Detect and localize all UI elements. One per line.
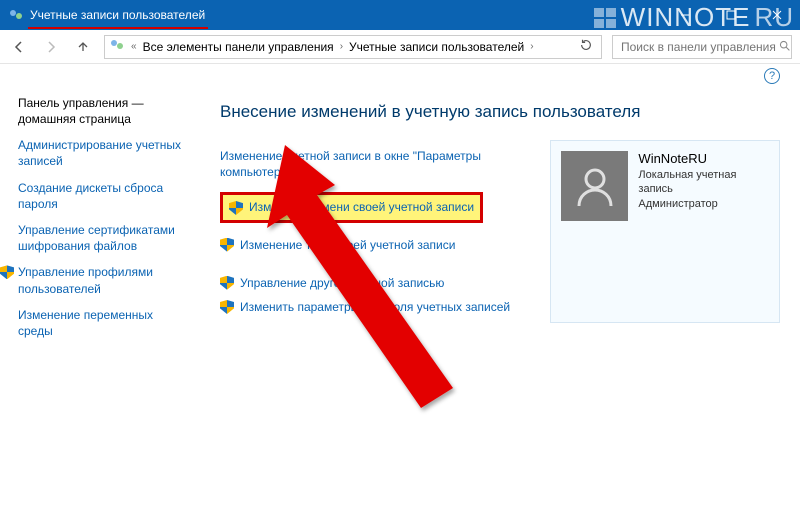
annotation-highlight-box: Изменение имени своей учетной записи [220,192,483,222]
search-input[interactable] [619,39,778,55]
help-row: ? [0,64,800,88]
page-title: Внесение изменений в учетную запись поль… [220,102,780,122]
help-icon[interactable]: ? [764,68,780,84]
shield-icon [220,276,234,290]
task-change-account-name[interactable]: Изменение имени своей учетной записи [220,192,532,222]
watermark: WINNOTERU [593,2,794,33]
sidebar-link-password-reset-disk[interactable]: Создание дискеты сброса пароля [18,180,190,212]
breadcrumb-item[interactable]: Учетные записи пользователей [349,40,524,54]
task-label: Изменение учетной записи в окне "Парамет… [220,148,532,180]
task-uac-settings[interactable]: Изменить параметры контроля учетных запи… [220,299,532,315]
task-label: Изменение имени своей учетной записи [249,199,474,215]
sidebar-link-encryption-certs[interactable]: Управление сертификатами шифрования файл… [18,222,190,254]
breadcrumb[interactable]: « Все элементы панели управления › Учетн… [104,35,602,59]
content: Внесение изменений в учетную запись поль… [200,88,800,512]
account-name: WinNoteRU [638,151,769,166]
task-label: Изменить параметры контроля учетных запи… [240,299,510,315]
account-type: Локальная учетная запись [638,168,769,197]
chevron-right-icon: › [340,41,343,52]
task-change-account-settings[interactable]: Изменение учетной записи в окне "Парамет… [220,148,532,180]
app-icon [8,7,24,23]
sidebar-link-label: Администрирование учетных записей [18,137,190,169]
sidebar-heading[interactable]: Панель управления — домашняя страница [18,96,190,127]
refresh-button[interactable] [579,38,597,55]
sidebar: Панель управления — домашняя страница Ад… [0,88,200,512]
back-button[interactable] [8,36,30,58]
annotation-title-underline [28,27,208,29]
task-manage-other-account[interactable]: Управление другой учетной записью [220,275,532,291]
window-title: Учетные записи пользователей [30,8,205,22]
sidebar-link-user-profiles[interactable]: Управление профилями пользователей [18,264,190,296]
watermark-brand: WINNOTE [621,2,751,33]
sidebar-link-label: Изменение переменных среды [18,307,190,339]
shield-icon [229,201,243,215]
breadcrumb-root[interactable]: « [131,41,137,52]
sidebar-link-label: Управление сертификатами шифрования файл… [18,222,190,254]
avatar [561,151,628,221]
search-icon[interactable] [778,39,791,55]
watermark-suffix: RU [754,2,794,33]
main-area: Панель управления — домашняя страница Ад… [0,88,800,512]
account-card: WinNoteRU Локальная учетная запись Админ… [550,140,780,323]
up-button[interactable] [72,36,94,58]
chevron-right-icon: › [530,41,533,52]
sidebar-link-label: Управление профилями пользователей [18,264,190,296]
forward-button[interactable] [40,36,62,58]
task-label: Изменение типа своей учетной записи [240,237,455,253]
task-links: Изменение учетной записи в окне "Парамет… [220,140,532,323]
sidebar-link-label: Создание дискеты сброса пароля [18,180,190,212]
windows-logo-icon [593,6,617,30]
account-role: Администратор [638,197,769,211]
task-label: Управление другой учетной записью [240,275,444,291]
task-change-account-type[interactable]: Изменение типа своей учетной записи [220,237,532,253]
search-box[interactable] [612,35,792,59]
sidebar-link-env-vars[interactable]: Изменение переменных среды [18,307,190,339]
shield-icon [220,238,234,252]
breadcrumb-item[interactable]: Все элементы панели управления [143,40,334,54]
toolbar: « Все элементы панели управления › Учетн… [0,30,800,64]
users-icon [109,37,125,56]
sidebar-link-admin-accounts[interactable]: Администрирование учетных записей [18,137,190,169]
shield-icon [220,300,234,314]
